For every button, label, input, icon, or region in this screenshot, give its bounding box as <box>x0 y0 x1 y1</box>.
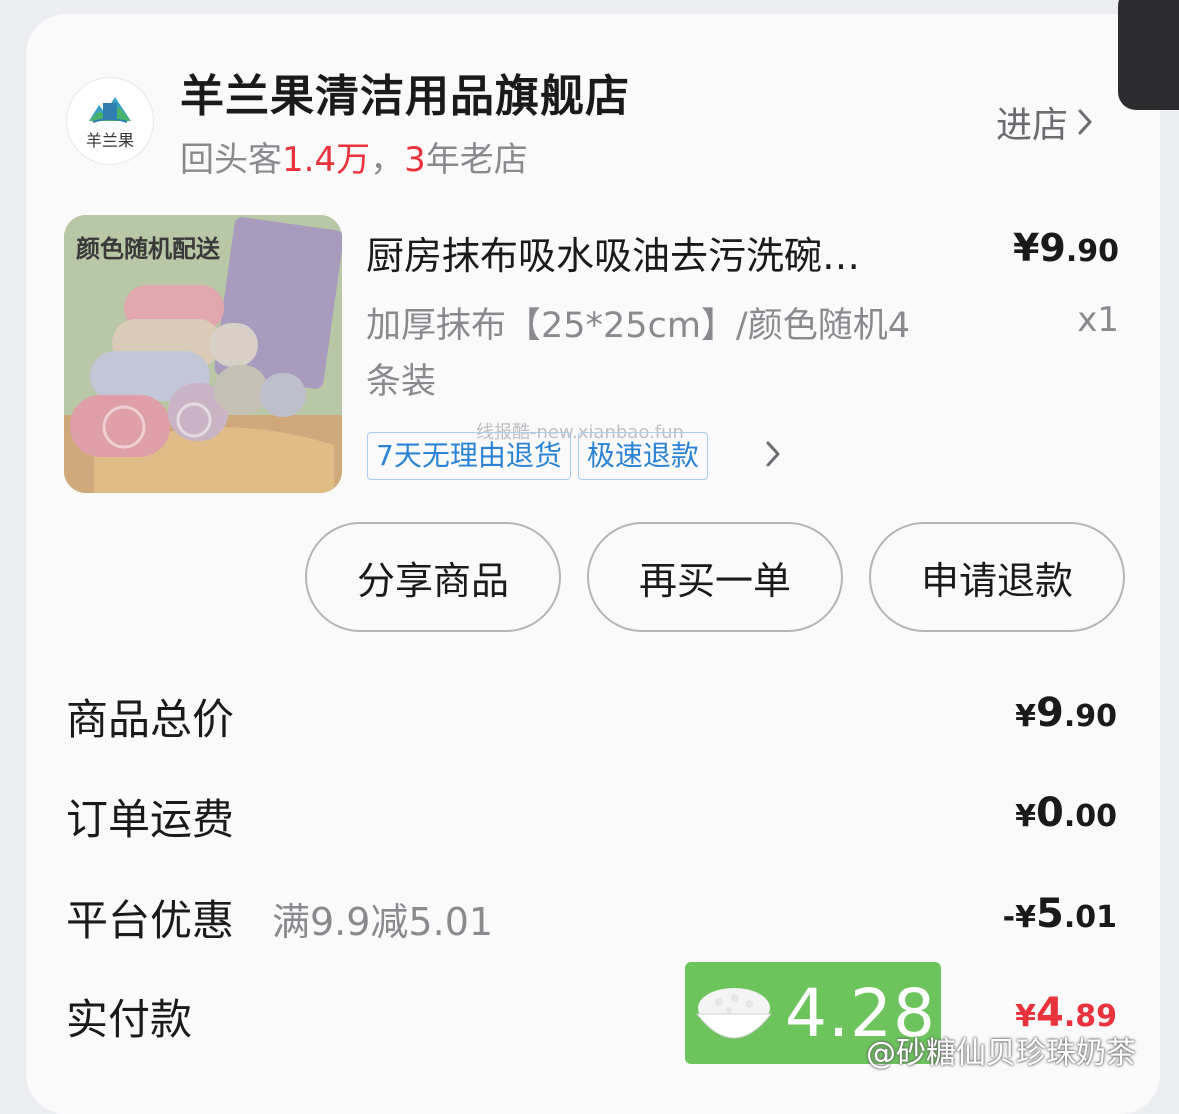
discount-dec: .01 <box>1063 900 1117 935</box>
enter-shop-label: 进店 <box>996 105 1069 146</box>
discount-value: -¥5.01 <box>1003 891 1117 937</box>
discount-note: 满9.9减5.01 <box>272 900 494 944</box>
enter-shop-link[interactable]: 进店 <box>996 96 1098 148</box>
product-image[interactable]: 颜色随机配送 <box>64 215 342 493</box>
tag-fast-refund: 极速退款 <box>577 432 708 480</box>
service-tags[interactable]: 7天无理由退货 极速退款 <box>367 432 708 480</box>
product-title[interactable]: 厨房抹布吸水吸油去污洗碗… <box>366 225 956 280</box>
shipping-row: 订单运费 ¥0.00 <box>66 786 1117 846</box>
product-image-caption: 颜色随机配送 <box>76 235 220 263</box>
shop-meta: 回头客1.4万，3年老店 <box>180 132 528 181</box>
product-price-decimal: .90 <box>1065 234 1119 269</box>
product-spec: 加厚抹布【25*25cm】/颜色随机4条装 <box>366 306 910 402</box>
overlay-handle <box>1118 0 1179 110</box>
discount-label: 平台优惠 <box>66 896 235 945</box>
credit-watermark: @砂糖仙贝珍珠奶茶 <box>866 1036 1136 1071</box>
shipping-int: 0 <box>1036 790 1064 836</box>
discount-int: 5 <box>1036 891 1064 937</box>
shop-name[interactable]: 羊兰果清洁用品旗舰店 <box>180 60 630 124</box>
product-price-main: ¥9 <box>1012 226 1066 270</box>
tags-chevron-right-icon[interactable] <box>762 437 784 471</box>
shop-years-suffix: 年老店 <box>425 140 528 180</box>
shop-years: 3 <box>404 140 426 180</box>
rice-bowl-icon <box>695 988 773 1039</box>
order-actions: 分享商品 再买一单 申请退款 <box>305 522 1125 632</box>
discount-currency: -¥ <box>1002 900 1036 935</box>
shipping-dec: .00 <box>1063 799 1117 834</box>
paid-label: 实付款 <box>66 995 193 1044</box>
buy-again-button[interactable]: 再买一单 <box>587 522 843 632</box>
shop-logo[interactable]: 羊兰果 <box>66 77 154 165</box>
product-price: ¥9.90 <box>1013 226 1119 270</box>
goods-total-currency: ¥ <box>1015 699 1036 734</box>
apply-refund-button[interactable]: 申请退款 <box>869 522 1125 632</box>
share-product-button[interactable]: 分享商品 <box>305 522 561 632</box>
goods-total-row: 商品总价 ¥9.90 <box>66 686 1117 746</box>
shipping-currency: ¥ <box>1015 799 1036 834</box>
goods-total-int: 9 <box>1036 690 1064 736</box>
shop-meta-separator: ， <box>370 140 405 180</box>
shop-logo-label: 羊兰果 <box>85 131 134 150</box>
repeat-customer-count: 1.4万 <box>282 140 371 180</box>
tag-7day-return: 7天无理由退货 <box>367 432 571 480</box>
chevron-right-icon <box>1078 109 1092 135</box>
shop-logo-icon <box>89 97 131 123</box>
discount-row: 平台优惠 满9.9减5.01 -¥5.01 <box>66 887 1117 947</box>
shipping-label: 订单运费 <box>66 795 235 844</box>
product-quantity: x1 <box>1077 300 1119 340</box>
goods-total-value: ¥9.90 <box>1015 690 1117 736</box>
shipping-value: ¥0.00 <box>1015 790 1117 836</box>
goods-total-label: 商品总价 <box>66 695 235 744</box>
shop-meta-prefix: 回头客 <box>180 140 282 180</box>
goods-total-dec: .90 <box>1063 699 1117 734</box>
